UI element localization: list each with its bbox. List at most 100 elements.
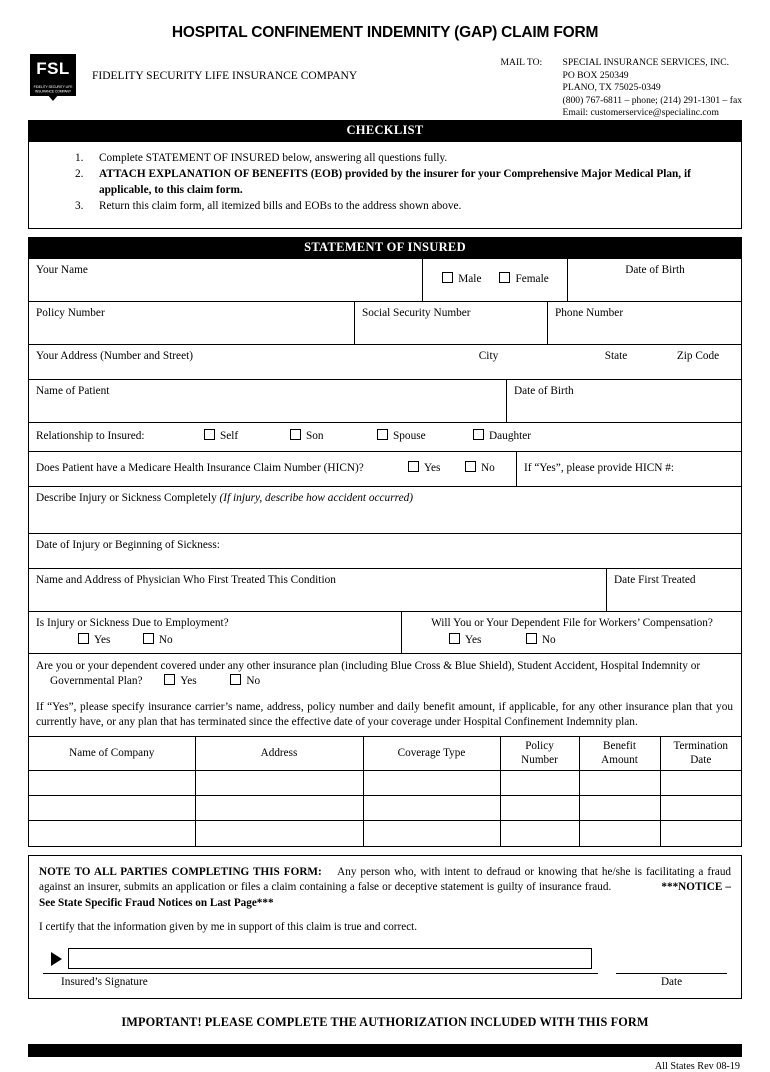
field-other-coverage[interactable]: Are you or your dependent covered under … [29, 654, 741, 736]
date-first-treated-label: Date First Treated [614, 573, 696, 586]
cell-termination-date[interactable] [659, 795, 741, 822]
fsl-logo-notch [47, 94, 59, 101]
relationship-option-son[interactable]: Son [290, 429, 377, 444]
row-describe-injury: Describe Injury or Sickness Completely (… [29, 487, 741, 534]
cell-address[interactable] [194, 770, 364, 797]
row-physician: Name and Address of Physician Who First … [29, 568, 741, 612]
relationship-option-spouse[interactable]: Spouse [377, 429, 473, 444]
cell-name-of-company[interactable] [29, 820, 196, 846]
checkbox-workers-comp-yes[interactable] [449, 632, 460, 644]
checkbox-son[interactable] [290, 429, 301, 441]
mail-line-3: PLANO, TX 75025-0349 [562, 82, 661, 94]
cell-coverage-type[interactable] [362, 770, 501, 797]
employment-option-no[interactable]: No [142, 632, 173, 648]
footer-revision: All States Rev 08-19 [654, 1061, 740, 1072]
gender-female-label: Female [515, 273, 549, 286]
field-hicn-number[interactable]: If “Yes”, please provide HICN #: [516, 451, 741, 486]
checklist-item-text: Return this claim form, all itemized bil… [99, 200, 462, 213]
footer-bar [28, 1044, 742, 1058]
cell-termination-date[interactable] [659, 770, 741, 797]
checkbox-female[interactable] [499, 272, 511, 284]
field-date-first-treated[interactable]: Date First Treated [606, 568, 741, 611]
fsl-logo-icon: FSL FIDELITY SECURITY LIFE INSURANCE COM… [30, 54, 76, 101]
field-patient-dob[interactable]: Date of Birth [506, 379, 741, 422]
field-workers-comp[interactable]: Will You or Your Dependent File for Work… [401, 611, 741, 653]
checkbox-other-coverage-no[interactable] [230, 673, 242, 685]
hicn-yes-label: Yes [424, 462, 441, 475]
checkbox-hicn-yes[interactable] [408, 461, 419, 473]
workers-comp-option-yes[interactable]: Yes [449, 632, 523, 648]
note-paragraph: NOTE TO ALL PARTIES COMPLETING THIS FORM… [39, 865, 731, 912]
checkbox-workers-comp-no[interactable] [525, 632, 537, 644]
gender-option-female[interactable]: Female [499, 272, 549, 287]
cell-benefit-amount[interactable] [578, 770, 661, 797]
field-employment[interactable]: Is Injury or Sickness Due to Employment?… [29, 612, 401, 653]
header-block: FSL FIDELITY SECURITY LIFE INSURANCE COM… [0, 52, 770, 120]
hicn-option-yes[interactable]: Yes [408, 461, 465, 476]
cell-name-of-company[interactable] [29, 795, 196, 822]
field-name-of-patient-label: Name of Patient [36, 384, 110, 397]
signature-input[interactable] [68, 948, 592, 970]
checklist-item-text: ATTACH EXPLANATION OF BENEFITS (EOB) pro… [99, 168, 691, 196]
hicn-provide-label: If “Yes”, please provide HICN #: [524, 462, 675, 475]
checkbox-employment-no[interactable] [142, 632, 154, 644]
row-employment-workerscomp: Is Injury or Sickness Due to Employment?… [29, 611, 741, 654]
checkbox-spouse[interactable] [377, 429, 388, 441]
cell-termination-date[interactable] [659, 820, 741, 846]
cell-coverage-type[interactable] [362, 795, 501, 822]
hicn-no-label: No [481, 462, 495, 475]
date-input[interactable] [616, 946, 727, 975]
cell-name-of-company[interactable] [29, 770, 196, 797]
cell-benefit-amount[interactable] [578, 795, 661, 822]
checkbox-male[interactable] [442, 272, 454, 284]
row-address: Your Address (Number and Street) City St… [29, 345, 741, 380]
describe-injury-hint: (If injury, describe how accident occurr… [219, 491, 414, 504]
checkbox-hicn-no[interactable] [465, 461, 476, 473]
other-coverage-option-yes[interactable]: Yes [164, 673, 197, 689]
workers-comp-option-no[interactable]: No [525, 632, 556, 648]
field-relationship[interactable]: Relationship to Insured: Self Son Spouse… [29, 423, 741, 451]
mail-to-label: MAIL TO: [500, 57, 543, 68]
field-address-label: Your Address (Number and Street) [36, 349, 193, 362]
field-hicn-question[interactable]: Does Patient have a Medicare Health Insu… [29, 452, 516, 486]
employment-option-yes[interactable]: Yes [78, 632, 140, 648]
relationship-option-daughter[interactable]: Daughter [473, 429, 531, 444]
mail-line-5: Email: customerservice@specialinc.com [562, 107, 719, 119]
relationship-option-self[interactable]: Self [204, 429, 290, 444]
field-your-name[interactable]: Your Name [29, 259, 422, 301]
field-policy-number[interactable]: Policy Number [29, 302, 354, 344]
col-name-of-company: Name of Company [29, 736, 196, 772]
checkbox-self[interactable] [204, 429, 215, 441]
relationship-spouse-label: Spouse [393, 430, 426, 443]
checkbox-other-coverage-yes[interactable] [164, 673, 176, 685]
claim-form-page: HOSPITAL CONFINEMENT INDEMNITY (GAP) CLA… [0, 24, 770, 1072]
field-name-of-patient[interactable]: Name of Patient [29, 380, 506, 422]
other-insurance-table: Name of Company Address Coverage Type Po… [29, 736, 741, 846]
field-describe-injury[interactable]: Describe Injury or Sickness Completely (… [29, 487, 741, 533]
cell-policy-number[interactable] [499, 795, 580, 822]
field-address-group[interactable]: Your Address (Number and Street) City St… [29, 345, 741, 379]
field-patient-dob-label: Date of Birth [514, 384, 574, 397]
cell-policy-number[interactable] [499, 820, 580, 846]
field-physician[interactable]: Name and Address of Physician Who First … [29, 569, 606, 611]
cell-address[interactable] [194, 820, 364, 846]
other-coverage-no-label: No [246, 674, 261, 687]
cell-benefit-amount[interactable] [578, 820, 661, 846]
other-coverage-option-no[interactable]: No [230, 673, 261, 689]
table-row [29, 770, 741, 797]
field-ssn[interactable]: Social Security Number [354, 301, 547, 344]
checkbox-employment-yes[interactable] [78, 632, 89, 644]
relationship-son-label: Son [306, 430, 324, 443]
field-gender[interactable]: Male Female [422, 258, 567, 301]
cell-coverage-type[interactable] [362, 820, 501, 846]
field-date-of-birth[interactable]: Date of Birth [567, 258, 741, 301]
cell-policy-number[interactable] [499, 770, 580, 797]
cell-address[interactable] [194, 795, 364, 822]
company-name: FIDELITY SECURITY LIFE INSURANCE COMPANY [92, 70, 358, 82]
hicn-option-no[interactable]: No [465, 461, 495, 476]
gender-option-male[interactable]: Male [442, 272, 481, 287]
signature-left: Insured’s Signature [43, 948, 598, 988]
field-date-of-injury[interactable]: Date of Injury or Beginning of Sickness: [29, 534, 741, 568]
checkbox-daughter[interactable] [473, 429, 484, 441]
field-phone-number[interactable]: Phone Number [547, 301, 741, 344]
